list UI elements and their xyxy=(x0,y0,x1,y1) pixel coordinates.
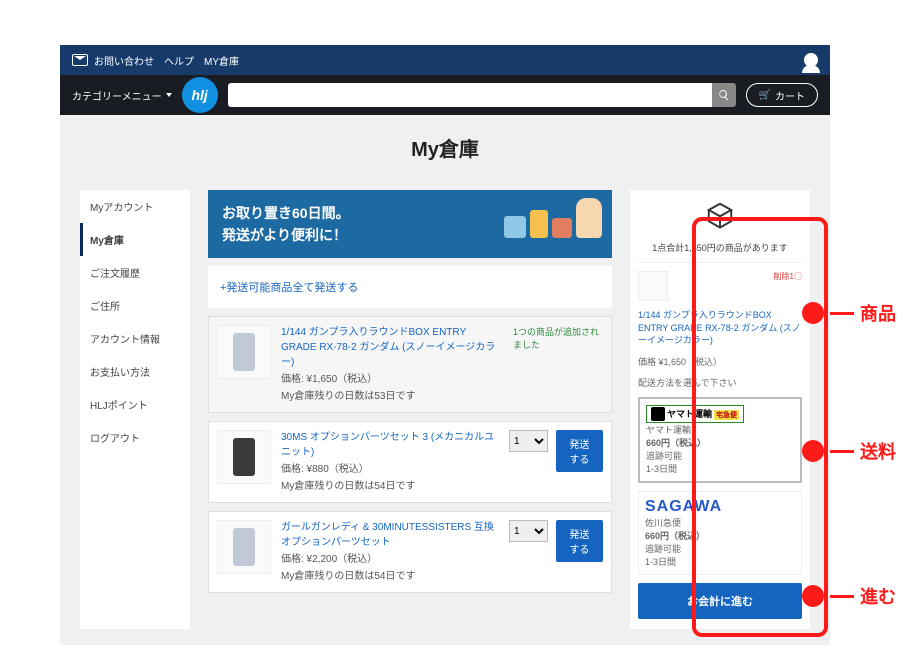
site-logo[interactable]: hlj xyxy=(182,77,218,113)
product-days: My倉庫残りの日数は53日です xyxy=(281,389,503,404)
ship-track: 追跡可能 xyxy=(645,542,795,555)
product-thumb[interactable] xyxy=(217,325,271,379)
ship-price: 660円（税込） xyxy=(646,436,794,449)
checkout-panel: 1点合計1,650円の商品があります 削除1◯ 1/144 ガンプラ入りラウンド… xyxy=(630,190,810,629)
carrier-name: 佐川急便 xyxy=(645,516,795,529)
search-input[interactable] xyxy=(228,83,712,107)
proceed-checkout-button[interactable]: お会計に進む xyxy=(638,583,802,619)
banner-decoration xyxy=(504,198,602,238)
sagawa-logo: SAGAWA xyxy=(645,498,795,516)
sidebar-item-points[interactable]: HLJポイント xyxy=(80,388,190,421)
main-column: お取り置き60日間。 発送がより便利に！ +発送可能商品全て発送する 1/144… xyxy=(208,190,612,629)
annotation-callout-product: 商品 xyxy=(802,300,896,326)
sidebar-item-payment[interactable]: お支払い方法 xyxy=(80,355,190,388)
annotation-callout-shipping: 送料 xyxy=(802,438,896,464)
help-link[interactable]: ヘルプ xyxy=(164,53,194,68)
remove-item-link[interactable]: 削除1◯ xyxy=(774,271,802,282)
mail-icon xyxy=(72,54,88,66)
product-price: 価格: ¥2,200（税込） xyxy=(281,552,503,567)
added-tag: 1つの商品が追加されました xyxy=(513,325,603,351)
category-menu[interactable]: カテゴリーメニュー xyxy=(72,88,172,103)
ship-method-sagawa[interactable]: SAGAWA 佐川急便 660円（税込） 追跡可能 1-3日間 xyxy=(638,491,802,575)
product-days: My倉庫残りの日数は54日です xyxy=(281,569,503,584)
category-menu-label: カテゴリーメニュー xyxy=(72,88,162,103)
product-card: 1/144 ガンプラ入りラウンドBOX ENTRY GRADE RX-78-2 … xyxy=(208,316,612,413)
ship-track: 追跡可能 xyxy=(646,449,794,462)
cart-icon: 🛒 xyxy=(759,90,771,101)
sidebar-item-warehouse[interactable]: My倉庫 xyxy=(80,223,190,256)
annotation-callout-proceed: 進む xyxy=(802,583,896,609)
qty-select[interactable]: 1 xyxy=(509,520,548,542)
product-name[interactable]: 1/144 ガンプラ入りラウンドBOX ENTRY GRADE RX-78-2 … xyxy=(281,325,503,370)
cart-button[interactable]: 🛒 カート xyxy=(746,83,818,107)
ship-method-yamato[interactable]: ヤマト運輸宅急便 ヤマト運輸 660円（税込） 追跡可能 1-3日間 xyxy=(638,397,802,484)
product-thumb[interactable] xyxy=(217,430,271,484)
checkout-item-name[interactable]: 1/144 ガンプラ入りラウンドBOX ENTRY GRADE RX-78-2 … xyxy=(638,309,802,347)
yamato-logo: ヤマト運輸宅急便 xyxy=(646,405,744,424)
top-bar: お問い合わせ ヘルプ MY倉庫 xyxy=(60,45,830,75)
ship-button[interactable]: 発送する xyxy=(556,430,603,472)
sidebar-item-logout[interactable]: ログアウト xyxy=(80,421,190,454)
cat-icon xyxy=(651,407,665,421)
ship-button[interactable]: 発送する xyxy=(556,520,603,562)
product-thumb[interactable] xyxy=(217,520,271,574)
product-name[interactable]: ガールガンレディ & 30MINUTESSISTERS 互換オプションパーツセッ… xyxy=(281,520,503,550)
promo-banner: お取り置き60日間。 発送がより便利に！ xyxy=(208,190,612,258)
ship-eta: 1-3日間 xyxy=(646,462,794,475)
chevron-down-icon xyxy=(166,93,172,97)
product-price: 価格: ¥1,650（税込） xyxy=(281,372,503,387)
contact-link[interactable]: お問い合わせ xyxy=(94,53,154,68)
checkout-item-thumb[interactable] xyxy=(638,271,668,301)
product-days: My倉庫残りの日数は54日です xyxy=(281,479,503,494)
product-card: 30MS オプションパーツセット 3 (メカニカルユニット) 価格: ¥880（… xyxy=(208,421,612,503)
sidebar-item-accountinfo[interactable]: アカウント情報 xyxy=(80,322,190,355)
checkout-item-price: 価格 ¥1,650（税込） xyxy=(638,355,802,368)
banner-line2: 発送がより便利に！ xyxy=(222,224,350,246)
mywarehouse-link[interactable]: MY倉庫 xyxy=(204,53,239,68)
sidebar-item-address[interactable]: ご住所 xyxy=(80,289,190,322)
carrier-name: ヤマト運輸 xyxy=(646,423,794,436)
search-button[interactable] xyxy=(712,83,736,107)
page-title: My倉庫 xyxy=(60,115,830,170)
nav-bar: カテゴリーメニュー hlj 🛒 カート xyxy=(60,75,830,115)
product-card: ガールガンレディ & 30MINUTESSISTERS 互換オプションパーツセッ… xyxy=(208,511,612,593)
sidebar-item-account[interactable]: Myアカウント xyxy=(80,190,190,223)
sidebar-item-orders[interactable]: ご注文履歴 xyxy=(80,256,190,289)
checkout-item: 削除1◯ xyxy=(638,271,802,301)
banner-line1: お取り置き60日間。 xyxy=(222,202,350,224)
ship-all-box: +発送可能商品全て発送する xyxy=(208,266,612,308)
ship-price: 660円（税込） xyxy=(645,529,795,542)
cart-label: カート xyxy=(775,88,805,103)
qty-select[interactable]: 1 xyxy=(509,430,548,452)
user-icon[interactable] xyxy=(804,53,818,67)
ship-all-link[interactable]: +発送可能商品全て発送する xyxy=(220,282,358,294)
product-name[interactable]: 30MS オプションパーツセット 3 (メカニカルユニット) xyxy=(281,430,503,460)
ship-eta: 1-3日間 xyxy=(645,555,795,568)
shipping-prompt: 配送方法を選んで下さい xyxy=(638,376,802,389)
checkout-summary: 1点合計1,650円の商品があります xyxy=(638,241,802,254)
account-sidebar: Myアカウント My倉庫 ご注文履歴 ご住所 アカウント情報 お支払い方法 HL… xyxy=(80,190,190,629)
package-icon xyxy=(638,200,802,233)
product-price: 価格: ¥880（税込） xyxy=(281,462,503,477)
search-icon xyxy=(718,89,730,101)
